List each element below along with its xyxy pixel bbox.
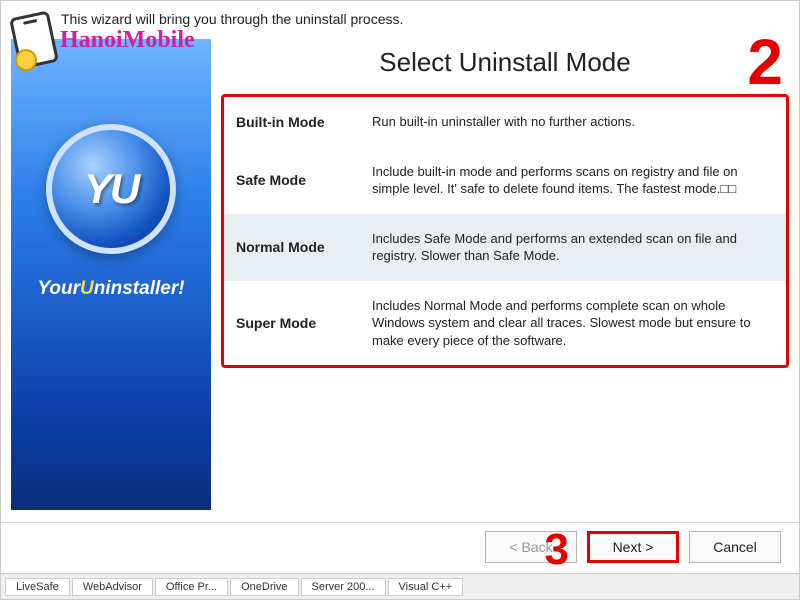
mode-safe[interactable]: Safe Mode Include built-in mode and perf… bbox=[224, 147, 786, 214]
annotation-step-3: 3 bbox=[545, 525, 569, 575]
mode-desc: Run built-in uninstaller with no further… bbox=[372, 113, 774, 131]
sidebar: YU YourUninstaller! bbox=[11, 39, 211, 510]
mode-list: Built-in Mode Run built-in uninstaller w… bbox=[221, 94, 789, 368]
mode-desc: Includes Normal Mode and performs comple… bbox=[372, 297, 774, 350]
mode-name: Normal Mode bbox=[236, 239, 356, 255]
title-row: Select Uninstall Mode 2 bbox=[221, 39, 789, 94]
mode-normal[interactable]: Normal Mode Includes Safe Mode and perfo… bbox=[224, 214, 786, 281]
app-logo-circle: YU bbox=[46, 124, 176, 254]
taskbar-item[interactable]: Server 200... bbox=[301, 578, 386, 596]
intro-text: This wizard will bring you through the u… bbox=[1, 1, 799, 33]
mode-desc: Include built-in mode and performs scans… bbox=[372, 163, 774, 198]
mode-super[interactable]: Super Mode Includes Normal Mode and perf… bbox=[224, 281, 786, 366]
brand-prefix: Your bbox=[37, 278, 80, 299]
brand-suffix: ninstaller! bbox=[94, 278, 185, 299]
content-area: Select Uninstall Mode 2 Built-in Mode Ru… bbox=[221, 39, 789, 510]
wizard-dialog: This wizard will bring you through the u… bbox=[0, 0, 800, 600]
annotation-step-2: 2 bbox=[747, 25, 783, 99]
mode-name: Built-in Mode bbox=[236, 114, 356, 130]
page-title: Select Uninstall Mode bbox=[379, 47, 630, 78]
brand-mid: U bbox=[80, 278, 94, 299]
taskbar-item[interactable]: OneDrive bbox=[230, 578, 298, 596]
mode-name: Super Mode bbox=[236, 315, 356, 331]
wizard-body: YU YourUninstaller! Select Uninstall Mod… bbox=[1, 33, 799, 516]
next-button[interactable]: Next > bbox=[587, 531, 679, 563]
taskbar-item[interactable]: LiveSafe bbox=[5, 578, 70, 596]
mode-built-in[interactable]: Built-in Mode Run built-in uninstaller w… bbox=[224, 97, 786, 147]
button-bar: 3 < Back Next > Cancel bbox=[1, 522, 799, 573]
taskbar-item[interactable]: Visual C++ bbox=[388, 578, 464, 596]
background-taskbar: LiveSafe WebAdvisor Office Pr... OneDriv… bbox=[1, 573, 799, 599]
app-logo-text: YU bbox=[84, 165, 138, 213]
app-brand: YourUninstaller! bbox=[37, 278, 184, 300]
mode-desc: Includes Safe Mode and performs an exten… bbox=[372, 230, 774, 265]
cancel-button[interactable]: Cancel bbox=[689, 531, 781, 563]
taskbar-item[interactable]: Office Pr... bbox=[155, 578, 228, 596]
mode-name: Safe Mode bbox=[236, 172, 356, 188]
taskbar-item[interactable]: WebAdvisor bbox=[72, 578, 153, 596]
